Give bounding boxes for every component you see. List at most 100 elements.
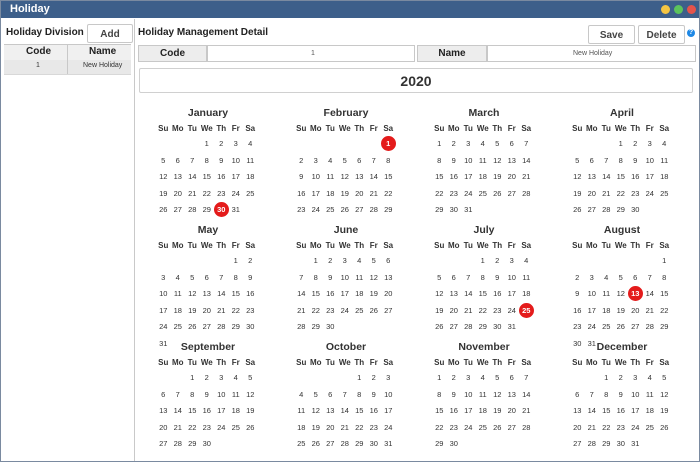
calendar-day[interactable]: 15 [432, 170, 447, 184]
calendar-day[interactable]: 21 [185, 187, 200, 201]
calendar-day[interactable]: 9 [214, 154, 229, 168]
calendar-day[interactable]: 18 [476, 404, 491, 418]
calendar-day[interactable]: 5 [570, 154, 585, 168]
calendar-day[interactable]: 27 [352, 203, 367, 217]
code-field[interactable]: 1 [207, 45, 415, 62]
calendar-day[interactable]: 10 [229, 154, 244, 168]
calendar-day[interactable]: 24 [585, 320, 600, 334]
calendar-day[interactable]: 25 [476, 421, 491, 435]
calendar-day[interactable]: 30 [367, 437, 382, 451]
calendar-day[interactable]: 12 [614, 287, 629, 301]
calendar-day[interactable]: 21 [519, 404, 534, 418]
calendar-day[interactable]: 6 [323, 388, 338, 402]
calendar-day[interactable]: 1 [432, 371, 447, 385]
calendar-day[interactable]: 13 [447, 287, 462, 301]
calendar-day[interactable]: 17 [643, 170, 658, 184]
calendar-day[interactable]: 14 [338, 404, 353, 418]
calendar-day[interactable]: 5 [432, 271, 447, 285]
calendar-day[interactable]: 1 [352, 371, 367, 385]
calendar-day[interactable]: 13 [171, 170, 186, 184]
calendar-day[interactable]: 1 [185, 371, 200, 385]
calendar-day[interactable]: 25 [599, 320, 614, 334]
calendar-day[interactable]: 3 [309, 154, 324, 168]
calendar-day[interactable]: 17 [338, 287, 353, 301]
calendar-day[interactable]: 25 [476, 187, 491, 201]
calendar-day[interactable]: 12 [243, 388, 258, 402]
calendar-day[interactable]: 23 [214, 187, 229, 201]
calendar-day[interactable]: 8 [185, 388, 200, 402]
calendar-day[interactable]: 26 [309, 437, 324, 451]
calendar-day[interactable]: 8 [614, 154, 629, 168]
calendar-day[interactable]: 14 [585, 404, 600, 418]
calendar-day[interactable]: 28 [461, 320, 476, 334]
calendar-day[interactable]: 21 [599, 187, 614, 201]
calendar-day[interactable]: 19 [243, 404, 258, 418]
calendar-day[interactable]: 23 [614, 421, 629, 435]
calendar-day[interactable]: 6 [200, 271, 215, 285]
calendar-day[interactable]: 11 [657, 154, 672, 168]
calendar-day[interactable]: 15 [432, 404, 447, 418]
calendar-day[interactable]: 20 [156, 421, 171, 435]
calendar-day[interactable]: 17 [461, 170, 476, 184]
calendar-day[interactable]: 7 [214, 271, 229, 285]
name-field[interactable]: New Holiday [487, 45, 696, 62]
calendar-day[interactable]: 18 [352, 287, 367, 301]
calendar-day[interactable]: 17 [381, 404, 396, 418]
calendar-day[interactable]: 9 [447, 154, 462, 168]
calendar-day[interactable]: 23 [367, 421, 382, 435]
calendar-day[interactable]: 13 [505, 154, 520, 168]
calendar-day[interactable]: 22 [185, 421, 200, 435]
calendar-day[interactable]: 24 [309, 203, 324, 217]
calendar-day[interactable]: 24 [338, 304, 353, 318]
calendar-day[interactable]: 13 [585, 170, 600, 184]
calendar-day[interactable]: 4 [476, 371, 491, 385]
calendar-day[interactable]: 10 [643, 154, 658, 168]
calendar-day[interactable]: 12 [657, 388, 672, 402]
calendar-day[interactable]: 15 [309, 287, 324, 301]
calendar-day[interactable]: 9 [367, 388, 382, 402]
calendar-day[interactable]: 9 [323, 271, 338, 285]
calendar-day[interactable]: 6 [381, 254, 396, 268]
calendar-day[interactable]: 28 [643, 320, 658, 334]
calendar-day[interactable]: 28 [171, 437, 186, 451]
calendar-day[interactable]: 16 [447, 404, 462, 418]
calendar-day[interactable]: 3 [585, 271, 600, 285]
calendar-day[interactable]: 29 [432, 437, 447, 451]
calendar-day[interactable]: 4 [599, 271, 614, 285]
calendar-day[interactable]: 16 [200, 404, 215, 418]
calendar-day[interactable]: 20 [628, 304, 643, 318]
calendar-day[interactable]: 19 [309, 421, 324, 435]
year-header[interactable]: 2020 [139, 68, 693, 93]
calendar-day[interactable]: 27 [628, 320, 643, 334]
calendar-day[interactable]: 15 [476, 287, 491, 301]
calendar-day[interactable]: 9 [628, 154, 643, 168]
calendar-day[interactable]: 5 [614, 271, 629, 285]
calendar-day[interactable]: 21 [367, 187, 382, 201]
calendar-day[interactable]: 29 [432, 203, 447, 217]
calendar-day[interactable]: 3 [505, 254, 520, 268]
calendar-day[interactable]: 2 [628, 137, 643, 151]
calendar-day[interactable]: 22 [657, 304, 672, 318]
calendar-day[interactable]: 17 [505, 287, 520, 301]
calendar-day[interactable]: 15 [657, 287, 672, 301]
calendar-day[interactable]: 7 [461, 271, 476, 285]
calendar-day[interactable]: 2 [367, 371, 382, 385]
calendar-day[interactable]: 8 [432, 388, 447, 402]
calendar-day[interactable]: 3 [461, 137, 476, 151]
calendar-day[interactable]: 23 [447, 421, 462, 435]
calendar-day[interactable]: 17 [229, 170, 244, 184]
calendar-day[interactable]: 27 [381, 304, 396, 318]
calendar-day[interactable]: 11 [352, 271, 367, 285]
calendar-day[interactable]: 15 [200, 170, 215, 184]
calendar-day[interactable]: 24 [214, 421, 229, 435]
calendar-day[interactable]: 27 [505, 421, 520, 435]
calendar-day[interactable]: 30 [628, 203, 643, 217]
calendar-day[interactable]: 17 [309, 187, 324, 201]
calendar-day[interactable]: 21 [519, 170, 534, 184]
calendar-day[interactable]: 4 [476, 137, 491, 151]
calendar-day[interactable]: 26 [338, 203, 353, 217]
calendar-day[interactable]: 6 [570, 388, 585, 402]
calendar-day[interactable]: 1 [229, 254, 244, 268]
calendar-day[interactable]: 31 [381, 437, 396, 451]
calendar-day[interactable]: 15 [381, 170, 396, 184]
